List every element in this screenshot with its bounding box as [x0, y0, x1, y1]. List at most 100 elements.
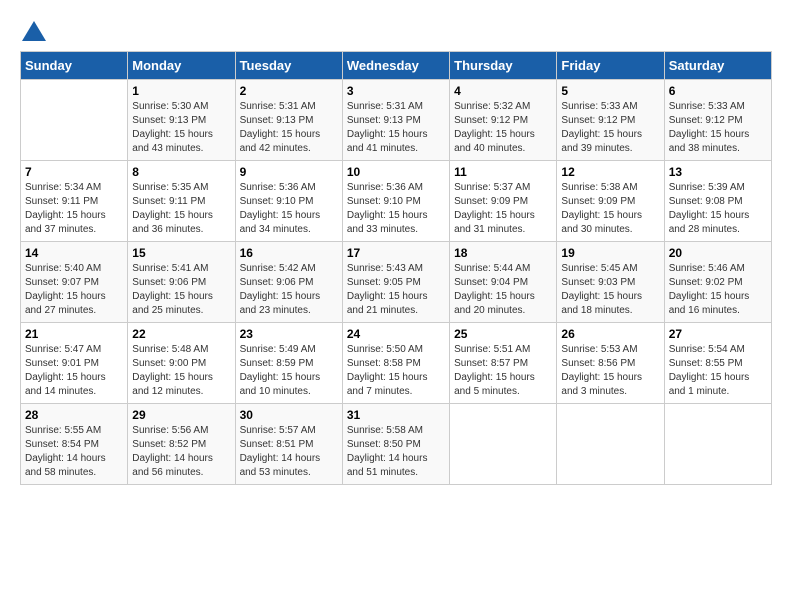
day-number: 22: [132, 327, 230, 341]
logo-icon: [22, 21, 46, 41]
day-info: Sunrise: 5:57 AMSunset: 8:51 PMDaylight:…: [240, 424, 338, 480]
calendar-cell: 13 Sunrise: 5:39 AMSunset: 9:08 PMDayligh…: [664, 161, 771, 242]
calendar-week-row: 1 Sunrise: 5:30 AMSunset: 9:13 PMDaylight…: [21, 80, 772, 161]
calendar-cell: 12 Sunrise: 5:38 AMSunset: 9:09 PMDayligh…: [557, 161, 664, 242]
day-info: Sunrise: 5:31 AMSunset: 9:13 PMDaylight:…: [240, 100, 338, 156]
day-info: Sunrise: 5:54 AMSunset: 8:55 PMDaylight:…: [669, 343, 767, 399]
calendar-cell: 31 Sunrise: 5:58 AMSunset: 8:50 PMDayligh…: [342, 404, 449, 485]
day-number: 23: [240, 327, 338, 341]
day-info: Sunrise: 5:48 AMSunset: 9:00 PMDaylight:…: [132, 343, 230, 399]
day-number: 2: [240, 84, 338, 98]
column-header-thursday: Thursday: [450, 52, 557, 80]
day-number: 11: [454, 165, 552, 179]
calendar-cell: [21, 80, 128, 161]
day-number: 21: [25, 327, 123, 341]
day-number: 20: [669, 246, 767, 260]
day-number: 24: [347, 327, 445, 341]
day-info: Sunrise: 5:35 AMSunset: 9:11 PMDaylight:…: [132, 181, 230, 237]
calendar-body: 1 Sunrise: 5:30 AMSunset: 9:13 PMDaylight…: [21, 80, 772, 485]
calendar-cell: 17Sunrise: 5:43 AMSunset: 9:05 PMDayligh…: [342, 242, 449, 323]
calendar-cell: 8 Sunrise: 5:35 AMSunset: 9:11 PMDaylight…: [128, 161, 235, 242]
day-number: 7: [25, 165, 123, 179]
day-info: Sunrise: 5:47 AMSunset: 9:01 PMDaylight:…: [25, 343, 123, 399]
day-number: 8: [132, 165, 230, 179]
day-number: 19: [561, 246, 659, 260]
calendar-week-row: 7 Sunrise: 5:34 AMSunset: 9:11 PMDaylight…: [21, 161, 772, 242]
calendar-cell: 11Sunrise: 5:37 AMSunset: 9:09 PMDayligh…: [450, 161, 557, 242]
calendar-week-row: 28 Sunrise: 5:55 AMSunset: 8:54 PMDayligh…: [21, 404, 772, 485]
day-info: Sunrise: 5:32 AMSunset: 9:12 PMDaylight:…: [454, 100, 552, 156]
day-number: 16: [240, 246, 338, 260]
calendar-cell: 6 Sunrise: 5:33 AMSunset: 9:12 PMDaylight…: [664, 80, 771, 161]
calendar-cell: 2 Sunrise: 5:31 AMSunset: 9:13 PMDaylight…: [235, 80, 342, 161]
day-info: Sunrise: 5:46 AMSunset: 9:02 PMDaylight:…: [669, 262, 767, 318]
column-header-tuesday: Tuesday: [235, 52, 342, 80]
column-header-wednesday: Wednesday: [342, 52, 449, 80]
calendar-cell: 4Sunrise: 5:32 AMSunset: 9:12 PMDaylight…: [450, 80, 557, 161]
day-number: 27: [669, 327, 767, 341]
day-info: Sunrise: 5:53 AMSunset: 8:56 PMDaylight:…: [561, 343, 659, 399]
day-number: 31: [347, 408, 445, 422]
calendar-cell: 24 Sunrise: 5:50 AMSunset: 8:58 PMDayligh…: [342, 323, 449, 404]
day-info: Sunrise: 5:36 AMSunset: 9:10 PMDaylight:…: [347, 181, 445, 237]
day-info: Sunrise: 5:33 AMSunset: 9:12 PMDaylight:…: [561, 100, 659, 156]
calendar-week-row: 14 Sunrise: 5:40 AMSunset: 9:07 PMDayligh…: [21, 242, 772, 323]
calendar-cell: 3Sunrise: 5:31 AMSunset: 9:13 PMDaylight…: [342, 80, 449, 161]
calendar-header-row: SundayMondayTuesdayWednesdayThursdayFrid…: [21, 52, 772, 80]
day-info: Sunrise: 5:34 AMSunset: 9:11 PMDaylight:…: [25, 181, 123, 237]
day-info: Sunrise: 5:33 AMSunset: 9:12 PMDaylight:…: [669, 100, 767, 156]
day-info: Sunrise: 5:49 AMSunset: 8:59 PMDaylight:…: [240, 343, 338, 399]
calendar-cell: 5 Sunrise: 5:33 AMSunset: 9:12 PMDaylight…: [557, 80, 664, 161]
day-info: Sunrise: 5:51 AMSunset: 8:57 PMDaylight:…: [454, 343, 552, 399]
page-header: [20, 20, 772, 41]
calendar-cell: 25 Sunrise: 5:51 AMSunset: 8:57 PMDayligh…: [450, 323, 557, 404]
day-info: Sunrise: 5:41 AMSunset: 9:06 PMDaylight:…: [132, 262, 230, 318]
calendar-cell: 21 Sunrise: 5:47 AMSunset: 9:01 PMDayligh…: [21, 323, 128, 404]
day-number: 17: [347, 246, 445, 260]
calendar-week-row: 21 Sunrise: 5:47 AMSunset: 9:01 PMDayligh…: [21, 323, 772, 404]
day-info: Sunrise: 5:45 AMSunset: 9:03 PMDaylight:…: [561, 262, 659, 318]
day-number: 5: [561, 84, 659, 98]
calendar-cell: [557, 404, 664, 485]
day-info: Sunrise: 5:44 AMSunset: 9:04 PMDaylight:…: [454, 262, 552, 318]
calendar-cell: 1 Sunrise: 5:30 AMSunset: 9:13 PMDaylight…: [128, 80, 235, 161]
day-number: 18: [454, 246, 552, 260]
day-number: 30: [240, 408, 338, 422]
day-number: 29: [132, 408, 230, 422]
logo: [20, 20, 46, 41]
day-info: Sunrise: 5:38 AMSunset: 9:09 PMDaylight:…: [561, 181, 659, 237]
day-number: 25: [454, 327, 552, 341]
day-info: Sunrise: 5:40 AMSunset: 9:07 PMDaylight:…: [25, 262, 123, 318]
calendar-cell: 7 Sunrise: 5:34 AMSunset: 9:11 PMDaylight…: [21, 161, 128, 242]
day-info: Sunrise: 5:31 AMSunset: 9:13 PMDaylight:…: [347, 100, 445, 156]
day-number: 12: [561, 165, 659, 179]
day-info: Sunrise: 5:36 AMSunset: 9:10 PMDaylight:…: [240, 181, 338, 237]
calendar-cell: 27 Sunrise: 5:54 AMSunset: 8:55 PMDayligh…: [664, 323, 771, 404]
column-header-friday: Friday: [557, 52, 664, 80]
column-header-saturday: Saturday: [664, 52, 771, 80]
day-number: 9: [240, 165, 338, 179]
day-number: 6: [669, 84, 767, 98]
calendar-cell: 29Sunrise: 5:56 AMSunset: 8:52 PMDayligh…: [128, 404, 235, 485]
calendar-cell: 23 Sunrise: 5:49 AMSunset: 8:59 PMDayligh…: [235, 323, 342, 404]
calendar-cell: 26 Sunrise: 5:53 AMSunset: 8:56 PMDayligh…: [557, 323, 664, 404]
day-info: Sunrise: 5:58 AMSunset: 8:50 PMDaylight:…: [347, 424, 445, 480]
calendar-cell: 28 Sunrise: 5:55 AMSunset: 8:54 PMDayligh…: [21, 404, 128, 485]
day-info: Sunrise: 5:50 AMSunset: 8:58 PMDaylight:…: [347, 343, 445, 399]
day-number: 14: [25, 246, 123, 260]
day-info: Sunrise: 5:42 AMSunset: 9:06 PMDaylight:…: [240, 262, 338, 318]
day-number: 28: [25, 408, 123, 422]
day-info: Sunrise: 5:39 AMSunset: 9:08 PMDaylight:…: [669, 181, 767, 237]
calendar-cell: 19 Sunrise: 5:45 AMSunset: 9:03 PMDayligh…: [557, 242, 664, 323]
day-number: 13: [669, 165, 767, 179]
calendar-cell: 30 Sunrise: 5:57 AMSunset: 8:51 PMDayligh…: [235, 404, 342, 485]
calendar-cell: 20 Sunrise: 5:46 AMSunset: 9:02 PMDayligh…: [664, 242, 771, 323]
calendar-cell: [450, 404, 557, 485]
day-info: Sunrise: 5:30 AMSunset: 9:13 PMDaylight:…: [132, 100, 230, 156]
calendar-cell: 18 Sunrise: 5:44 AMSunset: 9:04 PMDayligh…: [450, 242, 557, 323]
calendar-cell: 15Sunrise: 5:41 AMSunset: 9:06 PMDayligh…: [128, 242, 235, 323]
day-info: Sunrise: 5:55 AMSunset: 8:54 PMDaylight:…: [25, 424, 123, 480]
day-number: 26: [561, 327, 659, 341]
day-number: 1: [132, 84, 230, 98]
calendar-cell: [664, 404, 771, 485]
